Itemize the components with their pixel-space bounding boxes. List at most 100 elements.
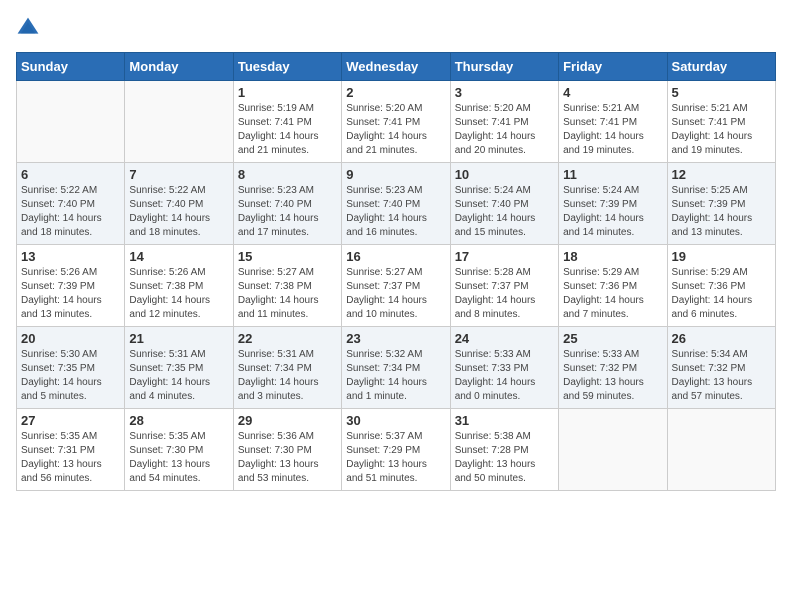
calendar-cell [667, 409, 775, 491]
calendar-cell: 11 Sunrise: 5:24 AM Sunset: 7:39 PM Dayli… [559, 163, 667, 245]
calendar-cell: 25 Sunrise: 5:33 AM Sunset: 7:32 PM Dayli… [559, 327, 667, 409]
calendar-cell: 4Sunrise: 5:21 AM Sunset: 7:41 PM Daylig… [559, 81, 667, 163]
calendar-cell: 29 Sunrise: 5:36 AM Sunset: 7:30 PM Dayli… [233, 409, 341, 491]
calendar-cell: 13 Sunrise: 5:26 AM Sunset: 7:39 PM Dayli… [17, 245, 125, 327]
day-detail: Sunrise: 5:19 AM Sunset: 7:41 PM Dayligh… [238, 102, 337, 158]
day-detail: Sunrise: 5:24 AM Sunset: 7:39 PM Dayligh… [563, 184, 662, 240]
day-detail: Sunrise: 5:31 AM Sunset: 7:35 PM Dayligh… [129, 348, 228, 404]
day-detail: Sunrise: 5:29 AM Sunset: 7:36 PM Dayligh… [672, 266, 771, 322]
calendar-cell: 27 Sunrise: 5:35 AM Sunset: 7:31 PM Dayli… [17, 409, 125, 491]
day-number: 14 [129, 249, 228, 264]
day-detail: Sunrise: 5:35 AM Sunset: 7:30 PM Dayligh… [129, 430, 228, 486]
calendar-cell [125, 81, 233, 163]
day-detail: Sunrise: 5:26 AM Sunset: 7:39 PM Dayligh… [21, 266, 120, 322]
day-number: 18 [563, 249, 662, 264]
calendar-cell: 5Sunrise: 5:21 AM Sunset: 7:41 PM Daylig… [667, 81, 775, 163]
day-number: 4 [563, 85, 662, 100]
day-number: 7 [129, 167, 228, 182]
day-detail: Sunrise: 5:27 AM Sunset: 7:37 PM Dayligh… [346, 266, 445, 322]
day-number: 8 [238, 167, 337, 182]
day-detail: Sunrise: 5:20 AM Sunset: 7:41 PM Dayligh… [346, 102, 445, 158]
day-number: 2 [346, 85, 445, 100]
day-number: 16 [346, 249, 445, 264]
day-detail: Sunrise: 5:33 AM Sunset: 7:32 PM Dayligh… [563, 348, 662, 404]
calendar-cell: 23Sunrise: 5:32 AM Sunset: 7:34 PM Dayli… [342, 327, 450, 409]
calendar-cell: 7 Sunrise: 5:22 AM Sunset: 7:40 PM Daylig… [125, 163, 233, 245]
day-number: 15 [238, 249, 337, 264]
day-detail: Sunrise: 5:26 AM Sunset: 7:38 PM Dayligh… [129, 266, 228, 322]
day-detail: Sunrise: 5:23 AM Sunset: 7:40 PM Dayligh… [346, 184, 445, 240]
day-number: 25 [563, 331, 662, 346]
day-detail: Sunrise: 5:35 AM Sunset: 7:31 PM Dayligh… [21, 430, 120, 486]
weekday-header: Wednesday [342, 53, 450, 81]
weekday-header: Friday [559, 53, 667, 81]
calendar-week-row: 27 Sunrise: 5:35 AM Sunset: 7:31 PM Dayli… [17, 409, 776, 491]
day-number: 17 [455, 249, 554, 264]
weekday-header: Monday [125, 53, 233, 81]
calendar-week-row: 1 Sunrise: 5:19 AM Sunset: 7:41 PM Daylig… [17, 81, 776, 163]
calendar-cell: 1 Sunrise: 5:19 AM Sunset: 7:41 PM Daylig… [233, 81, 341, 163]
day-detail: Sunrise: 5:37 AM Sunset: 7:29 PM Dayligh… [346, 430, 445, 486]
day-detail: Sunrise: 5:28 AM Sunset: 7:37 PM Dayligh… [455, 266, 554, 322]
calendar-cell: 9 Sunrise: 5:23 AM Sunset: 7:40 PM Daylig… [342, 163, 450, 245]
calendar-cell: 21 Sunrise: 5:31 AM Sunset: 7:35 PM Dayli… [125, 327, 233, 409]
calendar-cell: 16 Sunrise: 5:27 AM Sunset: 7:37 PM Dayli… [342, 245, 450, 327]
weekday-header: Tuesday [233, 53, 341, 81]
calendar-cell [17, 81, 125, 163]
logo-icon [16, 16, 40, 40]
day-detail: Sunrise: 5:38 AM Sunset: 7:28 PM Dayligh… [455, 430, 554, 486]
day-number: 10 [455, 167, 554, 182]
day-number: 24 [455, 331, 554, 346]
day-number: 6 [21, 167, 120, 182]
day-detail: Sunrise: 5:36 AM Sunset: 7:30 PM Dayligh… [238, 430, 337, 486]
day-number: 27 [21, 413, 120, 428]
day-number: 31 [455, 413, 554, 428]
calendar-week-row: 13 Sunrise: 5:26 AM Sunset: 7:39 PM Dayli… [17, 245, 776, 327]
weekday-header: Sunday [17, 53, 125, 81]
day-number: 26 [672, 331, 771, 346]
day-detail: Sunrise: 5:29 AM Sunset: 7:36 PM Dayligh… [563, 266, 662, 322]
day-number: 12 [672, 167, 771, 182]
calendar-cell: 3 Sunrise: 5:20 AM Sunset: 7:41 PM Daylig… [450, 81, 558, 163]
day-detail: Sunrise: 5:32 AM Sunset: 7:34 PM Dayligh… [346, 348, 445, 404]
day-detail: Sunrise: 5:31 AM Sunset: 7:34 PM Dayligh… [238, 348, 337, 404]
calendar-cell: 22 Sunrise: 5:31 AM Sunset: 7:34 PM Dayli… [233, 327, 341, 409]
day-number: 1 [238, 85, 337, 100]
day-number: 11 [563, 167, 662, 182]
calendar-cell: 24Sunrise: 5:33 AM Sunset: 7:33 PM Dayli… [450, 327, 558, 409]
day-number: 28 [129, 413, 228, 428]
calendar-cell: 8 Sunrise: 5:23 AM Sunset: 7:40 PM Daylig… [233, 163, 341, 245]
calendar-cell: 31 Sunrise: 5:38 AM Sunset: 7:28 PM Dayli… [450, 409, 558, 491]
day-number: 3 [455, 85, 554, 100]
day-number: 9 [346, 167, 445, 182]
calendar-week-row: 6 Sunrise: 5:22 AM Sunset: 7:40 PM Daylig… [17, 163, 776, 245]
day-detail: Sunrise: 5:21 AM Sunset: 7:41 PM Dayligh… [672, 102, 771, 158]
calendar-header-row: SundayMondayTuesdayWednesdayThursdayFrid… [17, 53, 776, 81]
calendar-cell: 14 Sunrise: 5:26 AM Sunset: 7:38 PM Dayli… [125, 245, 233, 327]
day-number: 29 [238, 413, 337, 428]
day-number: 13 [21, 249, 120, 264]
calendar-table: SundayMondayTuesdayWednesdayThursdayFrid… [16, 52, 776, 491]
day-number: 20 [21, 331, 120, 346]
calendar-cell: 20 Sunrise: 5:30 AM Sunset: 7:35 PM Dayli… [17, 327, 125, 409]
day-detail: Sunrise: 5:23 AM Sunset: 7:40 PM Dayligh… [238, 184, 337, 240]
day-detail: Sunrise: 5:22 AM Sunset: 7:40 PM Dayligh… [21, 184, 120, 240]
day-number: 22 [238, 331, 337, 346]
day-detail: Sunrise: 5:24 AM Sunset: 7:40 PM Dayligh… [455, 184, 554, 240]
day-number: 19 [672, 249, 771, 264]
day-detail: Sunrise: 5:25 AM Sunset: 7:39 PM Dayligh… [672, 184, 771, 240]
calendar-cell: 6 Sunrise: 5:22 AM Sunset: 7:40 PM Daylig… [17, 163, 125, 245]
weekday-header: Thursday [450, 53, 558, 81]
day-detail: Sunrise: 5:22 AM Sunset: 7:40 PM Dayligh… [129, 184, 228, 240]
day-detail: Sunrise: 5:20 AM Sunset: 7:41 PM Dayligh… [455, 102, 554, 158]
calendar-cell: 26 Sunrise: 5:34 AM Sunset: 7:32 PM Dayli… [667, 327, 775, 409]
day-number: 21 [129, 331, 228, 346]
calendar-cell: 15Sunrise: 5:27 AM Sunset: 7:38 PM Dayli… [233, 245, 341, 327]
calendar-cell: 19 Sunrise: 5:29 AM Sunset: 7:36 PM Dayli… [667, 245, 775, 327]
day-detail: Sunrise: 5:30 AM Sunset: 7:35 PM Dayligh… [21, 348, 120, 404]
calendar-cell: 17 Sunrise: 5:28 AM Sunset: 7:37 PM Dayli… [450, 245, 558, 327]
day-detail: Sunrise: 5:34 AM Sunset: 7:32 PM Dayligh… [672, 348, 771, 404]
calendar-cell: 18 Sunrise: 5:29 AM Sunset: 7:36 PM Dayli… [559, 245, 667, 327]
calendar-week-row: 20 Sunrise: 5:30 AM Sunset: 7:35 PM Dayli… [17, 327, 776, 409]
calendar-cell [559, 409, 667, 491]
